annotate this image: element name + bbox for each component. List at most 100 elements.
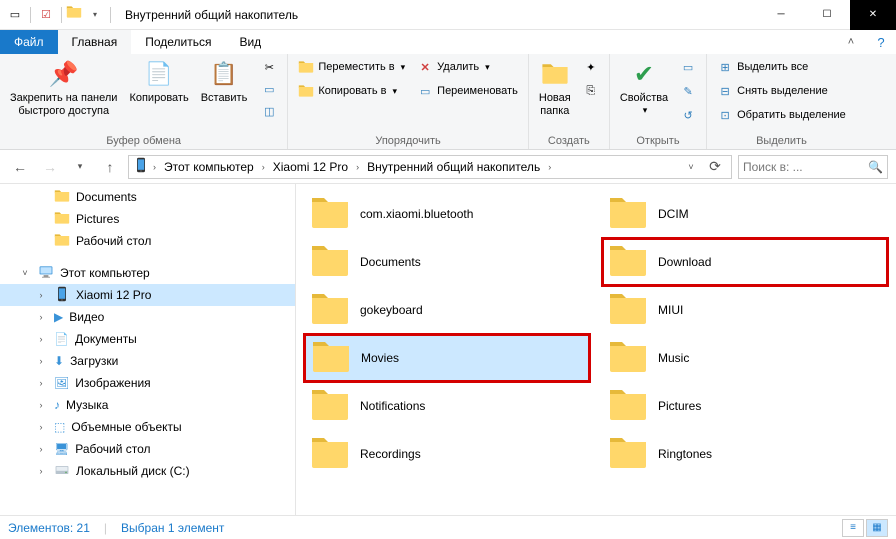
folder-item[interactable]: Download: [602, 238, 888, 286]
easy-access-button[interactable]: ⎘: [579, 80, 603, 102]
breadcrumb-segment[interactable]: Этот компьютер: [160, 160, 258, 174]
up-button[interactable]: ↑: [98, 155, 122, 179]
forward-button[interactable]: →: [38, 155, 62, 179]
search-icon: 🔍: [868, 160, 883, 174]
tab-file[interactable]: Файл: [0, 30, 58, 54]
delete-button[interactable]: ✕Удалить▾: [413, 56, 522, 78]
copy-button[interactable]: 📄 Копировать: [125, 56, 192, 107]
pin-quickaccess-button[interactable]: 📌 Закрепить на панели быстрого доступа: [6, 56, 121, 120]
selection-count-label: Выбран 1 элемент: [121, 521, 224, 535]
qat-dropdown[interactable]: ▾: [84, 4, 106, 26]
collapse-icon[interactable]: ˅: [18, 268, 32, 278]
nav-downloads[interactable]: ›⬇Загрузки: [0, 350, 295, 372]
invert-selection-button[interactable]: ⊡Обратить выделение: [713, 104, 850, 126]
address-bar[interactable]: › Этот компьютер › Xiaomi 12 Pro › Внутр…: [128, 155, 732, 179]
nav-pictures[interactable]: Pictures: [0, 208, 295, 230]
address-dropdown-button[interactable]: ˅: [679, 155, 703, 179]
paste-button[interactable]: 📋 Вставить: [197, 56, 252, 107]
folder-label: Movies: [361, 351, 399, 365]
expand-icon[interactable]: ›: [34, 422, 48, 432]
folder-item[interactable]: Recordings: [304, 430, 590, 478]
properties-button[interactable]: ✔ Свойства ▾: [616, 56, 672, 118]
refresh-button[interactable]: ⟳: [703, 155, 727, 179]
nav-3d-objects[interactable]: ›⬚Объемные объекты: [0, 416, 295, 438]
expand-icon[interactable]: ›: [34, 290, 48, 300]
nav-documents[interactable]: Documents: [0, 186, 295, 208]
tab-share[interactable]: Поделиться: [131, 30, 225, 54]
nav-this-pc[interactable]: ˅Этот компьютер: [0, 262, 295, 284]
close-button[interactable]: ✕: [850, 0, 896, 30]
content-pane[interactable]: com.xiaomi.bluetoothDCIMDocumentsDownloa…: [296, 184, 896, 515]
chevron-right-icon[interactable]: ›: [260, 162, 267, 172]
expand-icon[interactable]: ›: [34, 444, 48, 454]
chevron-right-icon[interactable]: ›: [546, 162, 553, 172]
folder-icon: [608, 288, 648, 333]
folder-icon: [310, 192, 350, 237]
expand-icon[interactable]: ›: [34, 378, 48, 388]
folder-item[interactable]: Pictures: [602, 382, 888, 430]
cut-button[interactable]: ✂: [257, 56, 281, 78]
edit-icon: ✎: [680, 83, 696, 99]
folder-icon: [310, 240, 350, 285]
nav-documents-ru[interactable]: ›📄Документы: [0, 328, 295, 350]
new-folder-button[interactable]: Новая папка: [535, 56, 575, 120]
folder-item[interactable]: Notifications: [304, 382, 590, 430]
chevron-down-icon: ▾: [643, 105, 648, 116]
edit-button[interactable]: ✎: [676, 80, 700, 102]
tab-view[interactable]: Вид: [225, 30, 275, 54]
select-none-button[interactable]: ⊟Снять выделение: [713, 80, 850, 102]
maximize-button[interactable]: ☐: [804, 0, 850, 30]
expand-icon[interactable]: ›: [34, 400, 48, 410]
expand-icon[interactable]: ›: [34, 312, 48, 322]
minimize-button[interactable]: ─: [758, 0, 804, 30]
nav-video[interactable]: ›▶Видео: [0, 306, 295, 328]
back-button[interactable]: ←: [8, 155, 32, 179]
folder-item[interactable]: MIUI: [602, 286, 888, 334]
nav-desktop-ru[interactable]: ›🖥Рабочий стол: [0, 438, 295, 460]
folder-icon: [54, 232, 70, 251]
expand-icon[interactable]: ›: [34, 466, 48, 476]
open-button[interactable]: ▭: [676, 56, 700, 78]
move-to-button[interactable]: Переместить в▾: [294, 56, 409, 78]
paste-shortcut-button[interactable]: ◫: [257, 100, 281, 122]
select-group-label: Выделить: [713, 135, 850, 149]
nav-xiaomi[interactable]: ›Xiaomi 12 Pro: [0, 284, 295, 306]
folder-item[interactable]: Ringtones: [602, 430, 888, 478]
details-view-button[interactable]: ≡: [842, 519, 864, 537]
icons-view-button[interactable]: ▦: [866, 519, 888, 537]
qat-app-icon[interactable]: ▭: [4, 4, 26, 26]
chevron-right-icon[interactable]: ›: [354, 162, 361, 172]
breadcrumb-segment[interactable]: Xiaomi 12 Pro: [269, 160, 352, 174]
nav-images[interactable]: ›🖼Изображения: [0, 372, 295, 394]
select-all-button[interactable]: ⊞Выделить все: [713, 56, 850, 78]
breadcrumb-segment[interactable]: Внутренний общий накопитель: [363, 160, 544, 174]
folder-item[interactable]: DCIM: [602, 190, 888, 238]
window-title: Внутренний общий накопитель: [125, 8, 298, 22]
new-item-button[interactable]: ✦: [579, 56, 603, 78]
expand-icon[interactable]: ›: [34, 334, 48, 344]
folder-item[interactable]: Music: [602, 334, 888, 382]
recent-locations-button[interactable]: ▾: [68, 155, 92, 179]
search-input[interactable]: Поиск в: ... 🔍: [738, 155, 888, 179]
copy-path-button[interactable]: ▭: [257, 78, 281, 100]
copy-to-button[interactable]: Копировать в▾: [294, 80, 409, 102]
chevron-right-icon[interactable]: ›: [151, 162, 158, 172]
nav-music[interactable]: ›♪Музыка: [0, 394, 295, 416]
history-button[interactable]: ↺: [676, 104, 700, 126]
folder-item[interactable]: Documents: [304, 238, 590, 286]
rename-button[interactable]: ▭Переименовать: [413, 80, 522, 102]
nav-desktop[interactable]: Рабочий стол: [0, 230, 295, 252]
qat-properties[interactable]: ☑: [35, 4, 57, 26]
new-folder-icon: [539, 58, 571, 90]
ribbon-collapse-icon[interactable]: ˄: [836, 30, 866, 54]
folder-icon: [608, 384, 648, 429]
folder-icon: [608, 240, 648, 285]
folder-item[interactable]: com.xiaomi.bluetooth: [304, 190, 590, 238]
phone-icon: [54, 286, 70, 305]
tab-home[interactable]: Главная: [58, 30, 132, 54]
expand-icon[interactable]: ›: [34, 356, 48, 366]
help-icon[interactable]: ?: [866, 30, 896, 54]
nav-local-disk-c[interactable]: ›Локальный диск (C:): [0, 460, 295, 482]
folder-item[interactable]: Movies: [304, 334, 590, 382]
folder-item[interactable]: gokeyboard: [304, 286, 590, 334]
